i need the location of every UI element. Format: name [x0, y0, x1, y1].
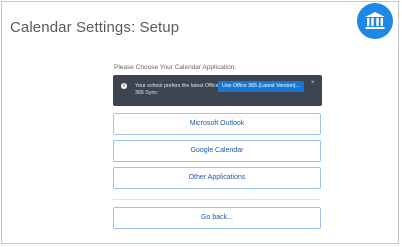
google-calendar-button[interactable]: Google Calendar: [113, 140, 321, 162]
close-icon[interactable]: ×: [311, 80, 315, 86]
page-title: Calendar Settings: Setup: [10, 19, 180, 36]
use-office365-button[interactable]: Use Office 365 (Latest Version)...: [218, 81, 304, 92]
institution-logo: [357, 3, 393, 39]
institution-icon: [365, 12, 385, 29]
settings-window: Calendar Settings: Setup Please Choose Y…: [1, 1, 399, 244]
go-back-button[interactable]: Go back...: [113, 207, 321, 229]
choose-app-prompt: Please Choose Your Calendar Application:: [114, 64, 237, 71]
office365-banner: i Your school prefers the latest Office …: [113, 75, 322, 106]
other-applications-button[interactable]: Other Applications: [113, 167, 321, 189]
banner-message: Your school prefers the latest Office 36…: [135, 83, 219, 96]
divider: [113, 199, 321, 200]
info-icon: i: [121, 83, 127, 89]
microsoft-outlook-button[interactable]: Microsoft Outlook: [113, 113, 321, 135]
